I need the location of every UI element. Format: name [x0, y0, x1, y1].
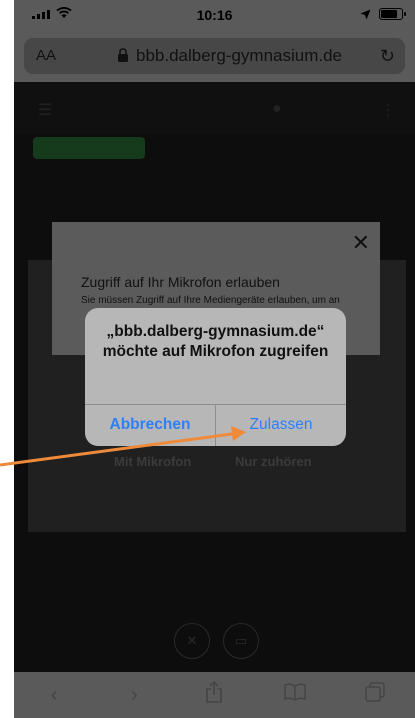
- modal-title: Zugriff auf Ihr Mikrofon erlauben: [81, 274, 280, 290]
- bookmarks-icon[interactable]: [275, 683, 315, 707]
- reload-icon[interactable]: ↻: [380, 46, 395, 67]
- battery-icon: [379, 8, 406, 20]
- text-size-button[interactable]: AA: [36, 47, 56, 64]
- back-icon[interactable]: ‹: [34, 684, 74, 707]
- close-icon[interactable]: ✕: [352, 230, 370, 256]
- app-header: [14, 82, 415, 134]
- address-bar[interactable]: AA bbb.dalberg-gymnasium.de ↻: [24, 38, 405, 74]
- forward-icon[interactable]: ›: [114, 684, 154, 707]
- tabs-icon[interactable]: [355, 682, 395, 708]
- status-bar: 10:16: [14, 0, 415, 32]
- share-icon[interactable]: [194, 680, 234, 709]
- cancel-button[interactable]: Abbrechen: [85, 404, 215, 446]
- location-icon: [360, 9, 371, 19]
- phone-screen: 10:16 AA bbb.dalberg-gymnasium.de ↻ ☰ ● …: [14, 0, 415, 718]
- lock-icon: [118, 48, 128, 62]
- allow-button[interactable]: Zulassen: [216, 404, 346, 446]
- camera-toggle-icon[interactable]: ▭: [223, 623, 259, 659]
- status-chip: [33, 137, 145, 159]
- record-icon: ●: [272, 100, 282, 117]
- browser-address-area: AA bbb.dalberg-gymnasium.de ↻: [14, 32, 415, 82]
- more-icon: ⋮: [380, 102, 396, 119]
- status-time: 10:16: [196, 7, 233, 23]
- menu-icon: ☰: [38, 102, 53, 119]
- microphone-option-label[interactable]: Mit Mikrofon: [114, 454, 191, 469]
- modal-subtitle: Sie müssen Zugriff auf Ihre Mediengeräte…: [81, 295, 340, 306]
- browser-toolbar: ‹ ›: [14, 672, 415, 718]
- permission-alert: „bbb.dalberg-gymnasium.de“ möchte auf Mi…: [85, 308, 346, 446]
- url-text[interactable]: bbb.dalberg-gymnasium.de: [136, 46, 342, 66]
- microphone-toggle-icon[interactable]: ✕: [174, 623, 210, 659]
- listen-only-option-label[interactable]: Nur zuhören: [235, 454, 312, 469]
- alert-title: „bbb.dalberg-gymnasium.de“ möchte auf Mi…: [102, 323, 329, 360]
- page-content: ☰ ● ⋮ Mit Mikrofon Nur zuhören ✕ Zugriff…: [14, 82, 415, 672]
